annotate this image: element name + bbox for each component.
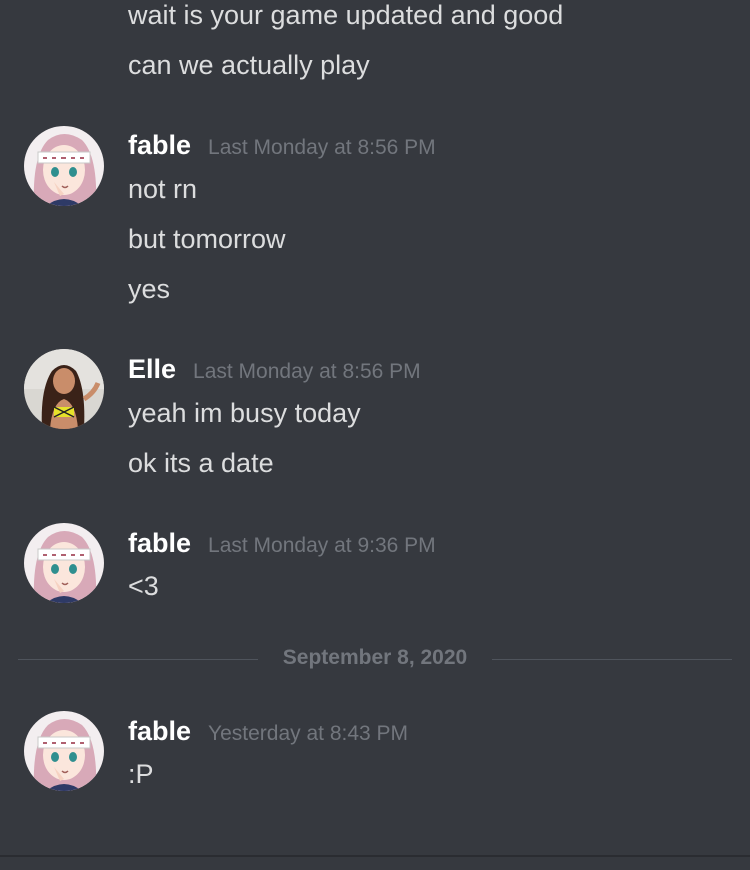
divider-date: September 8, 2020 — [282, 646, 468, 669]
message-text: can we actually play — [128, 50, 370, 80]
timestamp: Last Monday at 8:56 PM — [193, 360, 421, 383]
message-text: <3 — [128, 571, 159, 601]
anime-girl-avatar-icon — [24, 711, 104, 791]
message-text: yeah im busy today — [128, 398, 361, 428]
anime-girl-avatar-icon — [24, 126, 104, 206]
message-text: ok its a date — [128, 448, 274, 478]
message-text: yes — [128, 274, 171, 304]
username[interactable]: fable — [128, 716, 191, 747]
date-divider: September 8, 2020 — [18, 640, 732, 678]
username[interactable]: fable — [128, 130, 191, 161]
message-header: Elle Last Monday at 8:56 PM — [128, 354, 421, 388]
message-header: fable Yesterday at 8:43 PM — [128, 716, 408, 750]
timestamp: Last Monday at 8:56 PM — [208, 136, 436, 159]
fable-avatar[interactable] — [24, 711, 104, 791]
message-header: fable Last Monday at 9:36 PM — [128, 528, 436, 562]
username[interactable]: fable — [128, 528, 191, 559]
fable-avatar[interactable] — [24, 523, 104, 603]
message-text: not rn — [128, 174, 198, 204]
photo-avatar-icon — [24, 349, 104, 429]
timestamp: Yesterday at 8:43 PM — [208, 722, 409, 745]
fable-avatar[interactable] — [24, 126, 104, 206]
message-text: wait is your game updated and good — [128, 0, 564, 30]
bottom-divider — [0, 855, 750, 857]
timestamp: Last Monday at 9:36 PM — [208, 534, 436, 557]
message-text: but tomorrow — [128, 224, 286, 254]
elle-avatar[interactable] — [24, 349, 104, 429]
anime-girl-avatar-icon — [24, 523, 104, 603]
username[interactable]: Elle — [128, 354, 176, 385]
message-text: :P — [128, 759, 154, 789]
message-header: fable Last Monday at 8:56 PM — [128, 130, 436, 164]
